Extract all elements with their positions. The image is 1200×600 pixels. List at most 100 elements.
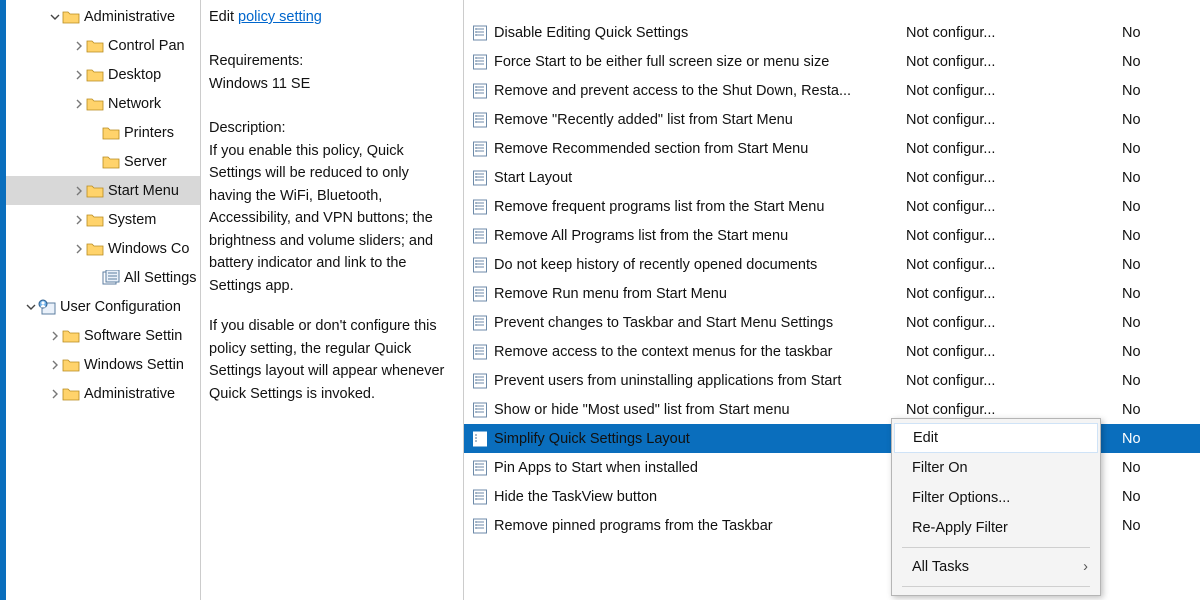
policy-state: Not configur...: [906, 257, 1116, 273]
policy-row[interactable]: Remove and prevent access to the Shut Do…: [464, 76, 1200, 105]
policy-row[interactable]: Remove frequent programs list from the S…: [464, 192, 1200, 221]
context-menu-label: All Tasks: [912, 559, 969, 575]
policy-name: Remove access to the context menus for t…: [494, 344, 833, 360]
policy-state: Not configur...: [906, 199, 1116, 215]
allsettings-icon: [102, 270, 120, 286]
policy-state: Not configur...: [906, 83, 1116, 99]
context-menu-edit[interactable]: Edit: [894, 423, 1098, 453]
context-menu-filter-on[interactable]: Filter On: [894, 453, 1098, 483]
policy-comment: No: [1116, 286, 1166, 302]
folder-icon: [62, 387, 80, 401]
tree-item-label: Administrative: [84, 386, 175, 402]
description-label: Description:: [209, 117, 453, 139]
chevron-icon[interactable]: [48, 12, 62, 22]
policy-comment: No: [1116, 518, 1166, 534]
chevron-icon[interactable]: [72, 70, 86, 80]
policy-comment: No: [1116, 402, 1166, 418]
policy-row[interactable]: Prevent changes to Taskbar and Start Men…: [464, 308, 1200, 337]
context-menu-filter-options-[interactable]: Filter Options...: [894, 483, 1098, 513]
policy-icon: [472, 141, 488, 157]
context-menu-separator: [902, 586, 1090, 587]
folder-icon: [62, 10, 80, 24]
policy-row[interactable]: Prevent users from uninstalling applicat…: [464, 366, 1200, 395]
tree-item-windows-co[interactable]: Windows Co: [6, 234, 200, 263]
policy-icon: [472, 112, 488, 128]
policy-row[interactable]: Force Start to be either full screen siz…: [464, 47, 1200, 76]
tree-item-all-settings[interactable]: All Settings: [6, 263, 200, 292]
chevron-icon[interactable]: [72, 244, 86, 254]
context-menu-all-tasks[interactable]: All Tasks ›: [894, 552, 1098, 582]
tree-item-system[interactable]: System: [6, 205, 200, 234]
chevron-right-icon: ›: [1083, 559, 1088, 575]
tree-item-label: Network: [108, 96, 161, 112]
tree-item-printers[interactable]: Printers: [6, 118, 200, 147]
policy-icon: [472, 373, 488, 389]
policy-name: Remove pinned programs from the Taskbar: [494, 518, 773, 534]
tree-item-desktop[interactable]: Desktop: [6, 60, 200, 89]
policy-icon: [472, 286, 488, 302]
tree-item-label: Control Pan: [108, 38, 185, 54]
policy-comment: No: [1116, 112, 1166, 128]
policy-row[interactable]: Remove Run menu from Start MenuNot confi…: [464, 279, 1200, 308]
chevron-icon[interactable]: [72, 99, 86, 109]
policy-name: Remove Run menu from Start Menu: [494, 286, 727, 302]
chevron-icon[interactable]: [72, 186, 86, 196]
policy-state: Not configur...: [906, 170, 1116, 186]
folder-icon: [86, 97, 104, 111]
policy-row[interactable]: Remove "Recently added" list from Start …: [464, 105, 1200, 134]
tree-item-label: Software Settin: [84, 328, 182, 344]
tree-item-label: Windows Co: [108, 241, 189, 257]
policy-row[interactable]: Disable Editing Quick SettingsNot config…: [464, 18, 1200, 47]
policy-comment: No: [1116, 489, 1166, 505]
policy-icon: [472, 257, 488, 273]
policy-setting-link[interactable]: policy setting: [238, 9, 322, 25]
tree-item-label: Administrative: [84, 9, 175, 25]
policy-name: Start Layout: [494, 170, 572, 186]
policy-name: Prevent changes to Taskbar and Start Men…: [494, 315, 833, 331]
policy-state: Not configur...: [906, 25, 1116, 41]
policy-name: Do not keep history of recently opened d…: [494, 257, 817, 273]
chevron-icon[interactable]: [48, 360, 62, 370]
policy-state: Not configur...: [906, 141, 1116, 157]
edit-word: Edit: [209, 9, 234, 25]
policy-name: Remove Recommended section from Start Me…: [494, 141, 808, 157]
chevron-icon[interactable]: [48, 389, 62, 399]
folder-icon: [86, 68, 104, 82]
policy-name: Force Start to be either full screen siz…: [494, 54, 829, 70]
policy-comment: No: [1116, 141, 1166, 157]
chevron-icon[interactable]: [72, 41, 86, 51]
tree-item-control-pan[interactable]: Control Pan: [6, 31, 200, 60]
chevron-icon[interactable]: [24, 302, 38, 312]
chevron-icon[interactable]: [72, 215, 86, 225]
navigation-tree[interactable]: Administrative Control Pan Desktop Network P…: [6, 0, 201, 600]
tree-item-administrative[interactable]: Administrative: [6, 379, 200, 408]
policy-state: Not configur...: [906, 402, 1116, 418]
tree-item-windows-settin[interactable]: Windows Settin: [6, 350, 200, 379]
tree-item-software-settin[interactable]: Software Settin: [6, 321, 200, 350]
policy-row[interactable]: Remove access to the context menus for t…: [464, 337, 1200, 366]
tree-item-start-menu[interactable]: Start Menu: [6, 176, 200, 205]
policy-icon: [472, 199, 488, 215]
tree-item-label: Printers: [124, 125, 174, 141]
policy-comment: No: [1116, 431, 1166, 447]
policy-row[interactable]: Remove All Programs list from the Start …: [464, 221, 1200, 250]
policy-state: Not configur...: [906, 344, 1116, 360]
policy-icon: [472, 170, 488, 186]
tree-item-user-configuration[interactable]: User Configuration: [6, 292, 200, 321]
policy-row[interactable]: Start LayoutNot configur...No: [464, 163, 1200, 192]
policy-row[interactable]: Remove Recommended section from Start Me…: [464, 134, 1200, 163]
folder-icon: [102, 155, 120, 169]
tree-item-label: System: [108, 212, 156, 228]
tree-item-administrative[interactable]: Administrative: [6, 2, 200, 31]
policy-name: Remove and prevent access to the Shut Do…: [494, 83, 851, 99]
chevron-icon[interactable]: [48, 331, 62, 341]
context-menu[interactable]: EditFilter OnFilter Options...Re-Apply F…: [891, 418, 1101, 596]
tree-item-server[interactable]: Server: [6, 147, 200, 176]
policy-comment: No: [1116, 25, 1166, 41]
requirements-label: Requirements:: [209, 50, 453, 72]
policy-icon: [472, 83, 488, 99]
folder-icon: [62, 329, 80, 343]
policy-icon: [472, 344, 488, 360]
tree-item-network[interactable]: Network: [6, 89, 200, 118]
policy-row[interactable]: Do not keep history of recently opened d…: [464, 250, 1200, 279]
